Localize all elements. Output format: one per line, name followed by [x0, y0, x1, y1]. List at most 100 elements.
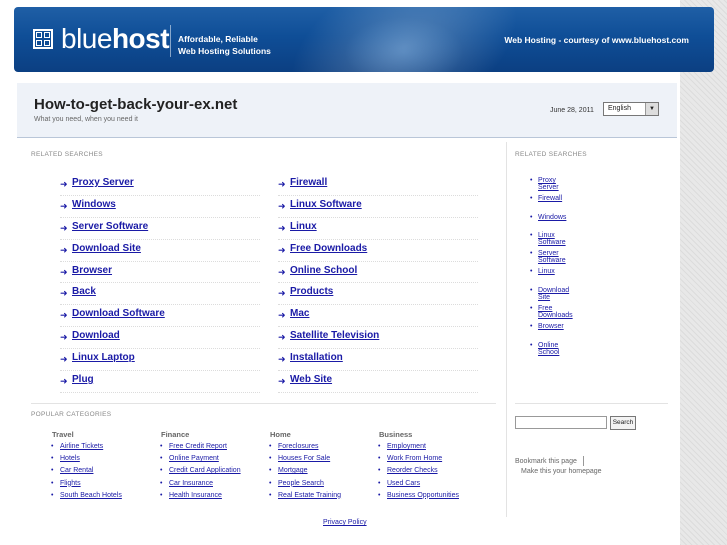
related-search-link-products[interactable]: Products: [290, 286, 333, 297]
sidebar-link-linux-software[interactable]: Linux Software: [538, 232, 566, 246]
category-link-employment[interactable]: Employment: [387, 443, 426, 450]
related-search-row: ➜ Download: [60, 327, 260, 350]
sidebar-link-online-school[interactable]: Online School: [538, 342, 559, 356]
sidebar-link-windows[interactable]: Windows: [538, 214, 566, 221]
bluehost-banner[interactable]: bluehost Affordable, Reliable Web Hostin…: [14, 7, 714, 72]
side-stripe: [680, 0, 727, 545]
arrow-right-icon: ➜: [60, 179, 68, 189]
sidebar-link-linux[interactable]: Linux: [538, 268, 555, 275]
bullet-icon: •: [530, 177, 533, 184]
related-search-link-server-software[interactable]: Server Software: [72, 221, 148, 232]
sidebar-related-heading: RELATED SEARCHES: [515, 151, 587, 158]
banner-courtesy[interactable]: Web Hosting - courtesy of www.bluehost.c…: [504, 35, 689, 45]
category-link-work-from-home[interactable]: Work From Home: [387, 455, 442, 462]
category-column-travel: Travel • Airline Tickets • Hotels • Car Rental…: [51, 430, 122, 504]
related-search-row: ➜ Mac: [278, 305, 478, 328]
category-link-airline-tickets[interactable]: Airline Tickets: [60, 443, 103, 450]
site-title: How-to-get-back-your-ex.net: [34, 96, 238, 113]
homepage-link[interactable]: Make this your homepage: [521, 468, 602, 475]
privacy-policy-link[interactable]: Privacy Policy: [323, 519, 367, 526]
related-search-link-download[interactable]: Download: [72, 330, 120, 341]
bullet-icon: •: [51, 467, 54, 475]
category-item: • Health Insurance: [160, 492, 222, 504]
bullet-icon: •: [160, 443, 163, 450]
bullet-icon: •: [51, 443, 54, 450]
related-search-row: ➜ Download Site: [60, 240, 260, 262]
related-search-link-web-site[interactable]: Web Site: [290, 374, 332, 385]
bullet-icon: •: [160, 491, 163, 499]
category-column-home: Home • Foreclosures • Houses For Sale • Mortga…: [269, 430, 341, 504]
category-link-car-insurance[interactable]: Car Insurance: [169, 480, 213, 487]
category-link-houses-for-sale[interactable]: Houses For Sale: [278, 455, 330, 462]
arrow-right-icon: ➜: [278, 288, 286, 299]
logo-suffix: host: [111, 23, 170, 54]
banner-tagline: Affordable, Reliable Web Hosting Solutio…: [178, 33, 271, 57]
related-search-row: ➜ Installation: [278, 349, 478, 372]
arrow-right-icon: ➜: [278, 200, 286, 211]
category-link-south-beach-hotels[interactable]: South Beach Hotels: [60, 492, 122, 499]
category-link-used-cars[interactable]: Used Cars: [387, 480, 420, 487]
arrow-right-icon: ➜: [60, 200, 68, 211]
category-link-free-credit-report[interactable]: Free Credit Report: [169, 443, 227, 450]
related-search-link-installation[interactable]: Installation: [290, 352, 343, 363]
bookmark-link[interactable]: Bookmark this page: [515, 458, 577, 465]
category-link-credit-card-application[interactable]: Credit Card Application: [169, 467, 241, 474]
category-link-flights[interactable]: Flights: [60, 480, 81, 487]
category-item: • Employment: [378, 443, 426, 455]
related-search-link-download-site[interactable]: Download Site: [72, 243, 141, 254]
related-search-row: ➜ Products: [278, 283, 478, 306]
category-link-car-rental[interactable]: Car Rental: [60, 467, 93, 474]
related-search-link-back[interactable]: Back: [72, 286, 96, 297]
sidebar-link-proxy-server[interactable]: Proxy Server: [538, 177, 559, 191]
bullet-icon: •: [530, 305, 533, 313]
category-item: • Hotels: [51, 455, 80, 467]
related-search-link-browser[interactable]: Browser: [72, 265, 112, 276]
related-search-link-satellite-television[interactable]: Satellite Television: [290, 330, 379, 341]
search-input[interactable]: [515, 416, 607, 429]
category-link-reorder-checks[interactable]: Reorder Checks: [387, 467, 438, 474]
related-search-row: ➜ Firewall: [278, 174, 478, 196]
sidebar-link-download-site[interactable]: Download Site: [538, 287, 569, 301]
category-link-people-search[interactable]: People Search: [278, 480, 324, 487]
bullet-icon: •: [530, 231, 533, 239]
dropdown-arrow-icon[interactable]: ▼: [645, 103, 658, 115]
category-link-hotels[interactable]: Hotels: [60, 455, 80, 462]
category-link-foreclosures[interactable]: Foreclosures: [278, 443, 318, 450]
category-link-online-payment[interactable]: Online Payment: [169, 455, 219, 462]
related-search-link-mac[interactable]: Mac: [290, 308, 309, 319]
related-search-link-windows[interactable]: Windows: [72, 199, 116, 210]
category-link-health-insurance[interactable]: Health Insurance: [169, 492, 222, 499]
category-link-mortgage[interactable]: Mortgage: [278, 467, 308, 474]
category-item: • Online Payment: [160, 455, 219, 467]
site-header: How-to-get-back-your-ex.net What you nee…: [17, 83, 677, 138]
sidebar-link-firewall[interactable]: Firewall: [538, 195, 562, 202]
language-select[interactable]: English ▼: [603, 102, 659, 116]
sidebar-link-server-software[interactable]: Server Software: [538, 250, 566, 264]
category-title: Business: [379, 430, 413, 439]
category-link-business-opportunities[interactable]: Business Opportunities: [387, 492, 459, 499]
sidebar-link-free-downloads[interactable]: Free Downloads: [538, 305, 573, 319]
bluehost-logo[interactable]: bluehost: [61, 23, 170, 55]
related-search-row: ➜ Linux Laptop: [60, 349, 260, 372]
category-item: • Houses For Sale: [269, 455, 330, 467]
related-search-link-linux-software[interactable]: Linux Software: [290, 199, 362, 210]
related-search-link-plug[interactable]: Plug: [72, 374, 94, 385]
search-button[interactable]: Search: [610, 416, 636, 430]
related-search-row: ➜ Linux Software: [278, 196, 478, 218]
related-search-row: ➜ Free Downloads: [278, 240, 478, 262]
related-search-link-firewall[interactable]: Firewall: [290, 177, 327, 188]
category-link-real-estate-training[interactable]: Real Estate Training: [278, 492, 341, 499]
related-search-link-free-downloads[interactable]: Free Downloads: [290, 243, 367, 254]
related-search-link-linux-laptop[interactable]: Linux Laptop: [72, 352, 135, 363]
bluehost-logo-icon: [33, 29, 53, 49]
related-search-link-online-school[interactable]: Online School: [290, 265, 357, 276]
related-search-link-linux[interactable]: Linux: [290, 221, 317, 232]
related-search-link-proxy-server[interactable]: Proxy Server: [72, 177, 134, 188]
related-search-link-download-software[interactable]: Download Software: [72, 308, 165, 319]
category-item: • Airline Tickets: [51, 443, 103, 455]
bullet-icon: •: [530, 195, 533, 203]
sidebar-link-browser[interactable]: Browser: [538, 323, 564, 330]
related-search-row: ➜ Proxy Server: [60, 174, 260, 196]
tagline-line-2: Web Hosting Solutions: [178, 46, 271, 56]
related-search-row: ➜ Plug: [60, 371, 260, 393]
